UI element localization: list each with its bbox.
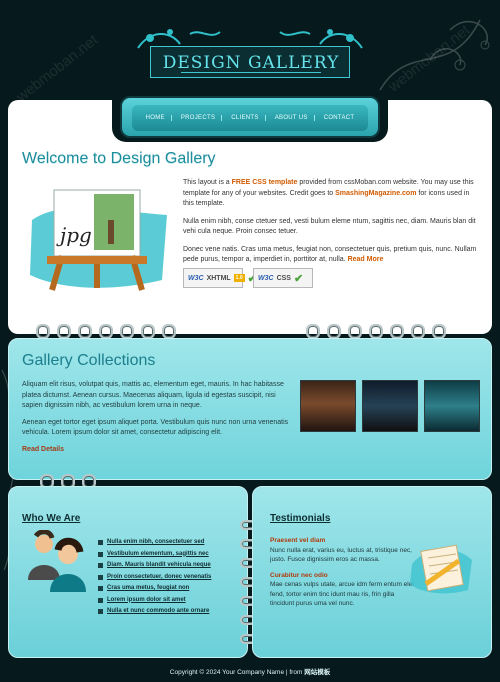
who-we-are-title: Who We Are <box>22 513 81 524</box>
list-item-label: Nulla enim nibh, consectetuer sed <box>107 539 205 545</box>
ring <box>432 324 446 339</box>
welcome-paragraph-2: Nulla enim nibh, conse ctetuer sed, vest… <box>183 217 476 236</box>
list-item[interactable]: Nulla enim nibh, consectetuer sed <box>98 537 211 549</box>
bullet-icon <box>98 540 103 546</box>
nav-projects[interactable]: PROJECTS <box>175 115 223 121</box>
smashing-magazine-link[interactable]: SmashingMagazine.com <box>335 190 416 197</box>
ring <box>141 324 155 339</box>
logo-text: DESIGN GALLERY <box>162 53 340 73</box>
welcome-paragraph-3: Donec vene natis. Cras uma metus, feugia… <box>183 245 477 266</box>
spiral-rings-right <box>306 324 446 339</box>
ring <box>120 324 134 339</box>
list-item[interactable]: Proin consectetuer, donec venenatis <box>98 572 211 584</box>
ring <box>36 324 50 339</box>
nav-bar: HOME PROJECTS CLIENTS ABOUT US CONTACT <box>132 105 368 131</box>
welcome-title: Welcome to Design Gallery <box>22 150 216 167</box>
spiral-rings-left <box>36 324 176 339</box>
testimonial-text: Mae cenas vulps utate, arcue idm ferm en… <box>270 581 414 607</box>
notebook-pencil-icon <box>410 544 472 594</box>
css-badge[interactable]: W3C CSS ✔ <box>253 268 313 288</box>
testimonials-list: Praesent vel diam Nunc nulla erat, variu… <box>270 536 420 615</box>
logo-underline <box>181 72 321 73</box>
who-we-are-list: Nulla enim nibh, consectetuer sed Vestib… <box>98 537 211 618</box>
read-details-link[interactable]: Read Details <box>22 446 64 453</box>
bullet-icon <box>98 574 103 580</box>
ring <box>78 324 92 339</box>
xhtml-version: 1.0 <box>233 274 245 282</box>
footer-brand-link[interactable]: 网站模板 <box>304 669 330 676</box>
gallery-thumbnail[interactable] <box>424 380 480 432</box>
ring <box>99 324 113 339</box>
main-nav: HOME PROJECTS CLIENTS ABOUT US CONTACT <box>120 96 380 138</box>
list-item-label: Nulla et nunc commodo ante ornare <box>107 608 210 614</box>
ring <box>390 324 404 339</box>
testimonial-name: Praesent vel diam <box>270 537 326 544</box>
xhtml-label: XHTML <box>206 274 231 282</box>
list-item-label: Lorem ipsum dolor sit amet <box>107 596 186 603</box>
w3c-label: W3C <box>258 274 274 282</box>
nav-home[interactable]: HOME <box>140 115 172 121</box>
footer: Copyright © 2024 Your Company Name | fro… <box>0 666 500 676</box>
css-label: CSS <box>276 274 291 282</box>
xhtml-badge[interactable]: W3C XHTML 1.0 ✔ <box>183 268 257 288</box>
jpg-label: jpg <box>56 223 92 247</box>
bullet-icon <box>98 563 103 569</box>
ring <box>57 324 71 339</box>
site-logo[interactable]: DESIGN GALLERY <box>130 26 370 84</box>
gallery-paragraph-1: Aliquam elit risus, volutpat quis, matti… <box>22 381 284 409</box>
nav-clients[interactable]: CLIENTS <box>225 115 266 121</box>
footer-copyright: Copyright © 2024 Your Company Name | fro… <box>169 669 305 676</box>
nav-contact[interactable]: CONTACT <box>318 115 361 121</box>
logo-box: DESIGN GALLERY <box>150 46 350 78</box>
testimonial-name: Curabitur nec odio <box>270 571 328 579</box>
gallery-title: Gallery Collections <box>22 352 156 369</box>
list-item[interactable]: Vestibulum elementum, sagittis nec <box>98 549 211 561</box>
nav-about-us[interactable]: ABOUT US <box>269 115 315 121</box>
list-item[interactable]: Diam. Mauris blandit vehicula neque <box>98 560 211 572</box>
ring <box>327 324 341 339</box>
bullet-icon <box>98 597 103 603</box>
welcome-text: This layout is a FREE CSS template provi… <box>183 178 477 273</box>
ring <box>162 324 176 339</box>
gallery-paragraph-2: Aenean eget tortor eget ipsum aliquet po… <box>22 418 289 437</box>
gallery-thumbnail[interactable] <box>362 380 418 432</box>
ring <box>348 324 362 339</box>
people-icon <box>28 530 86 592</box>
testimonials-title: Testimonials <box>270 513 331 524</box>
read-more-link[interactable]: Read More <box>348 256 384 263</box>
ring <box>369 324 383 339</box>
check-icon: ✔ <box>293 272 304 285</box>
swirl-decoration <box>379 19 490 91</box>
list-item-label: Cras uma metus, feugiat non <box>107 585 190 591</box>
free-css-link[interactable]: FREE CSS template <box>232 179 298 186</box>
list-item-label: Proin consectetuer, donec venenatis <box>107 573 212 580</box>
list-item[interactable]: Lorem ipsum dolor sit amet <box>98 595 211 607</box>
gallery-thumbnail[interactable] <box>300 380 356 432</box>
list-item-label: Vestibulum elementum, sagittis nec <box>107 550 209 557</box>
bullet-icon <box>98 609 103 615</box>
list-item[interactable]: Cras uma metus, feugiat non <box>98 583 211 595</box>
ring <box>411 324 425 339</box>
gallery-thumbnails <box>300 380 480 432</box>
validation-badges: W3C XHTML 1.0 ✔ W3C CSS ✔ <box>183 268 313 288</box>
gallery-text: Aliquam elit risus, volutpat quis, matti… <box>22 380 294 455</box>
jpg-easel-image: jpg <box>30 189 167 291</box>
text: Donec vene natis. Cras uma metus, feugia… <box>183 245 477 264</box>
w3c-label: W3C <box>188 274 204 282</box>
bullet-icon <box>98 586 103 592</box>
watermark: webmoban.net <box>13 31 102 106</box>
bullet-icon <box>98 551 103 557</box>
welcome-paragraph-1: This layout is a FREE CSS template provi… <box>183 178 477 210</box>
ring <box>306 324 320 339</box>
text: This layout is a <box>183 179 232 186</box>
list-item-label: Diam. Mauris blandit vehicula neque <box>107 562 211 568</box>
list-item[interactable]: Nulla et nunc commodo ante ornare <box>98 606 211 618</box>
testimonial-text: Nunc nulla erat, varius eu, luctus at, t… <box>270 546 412 564</box>
